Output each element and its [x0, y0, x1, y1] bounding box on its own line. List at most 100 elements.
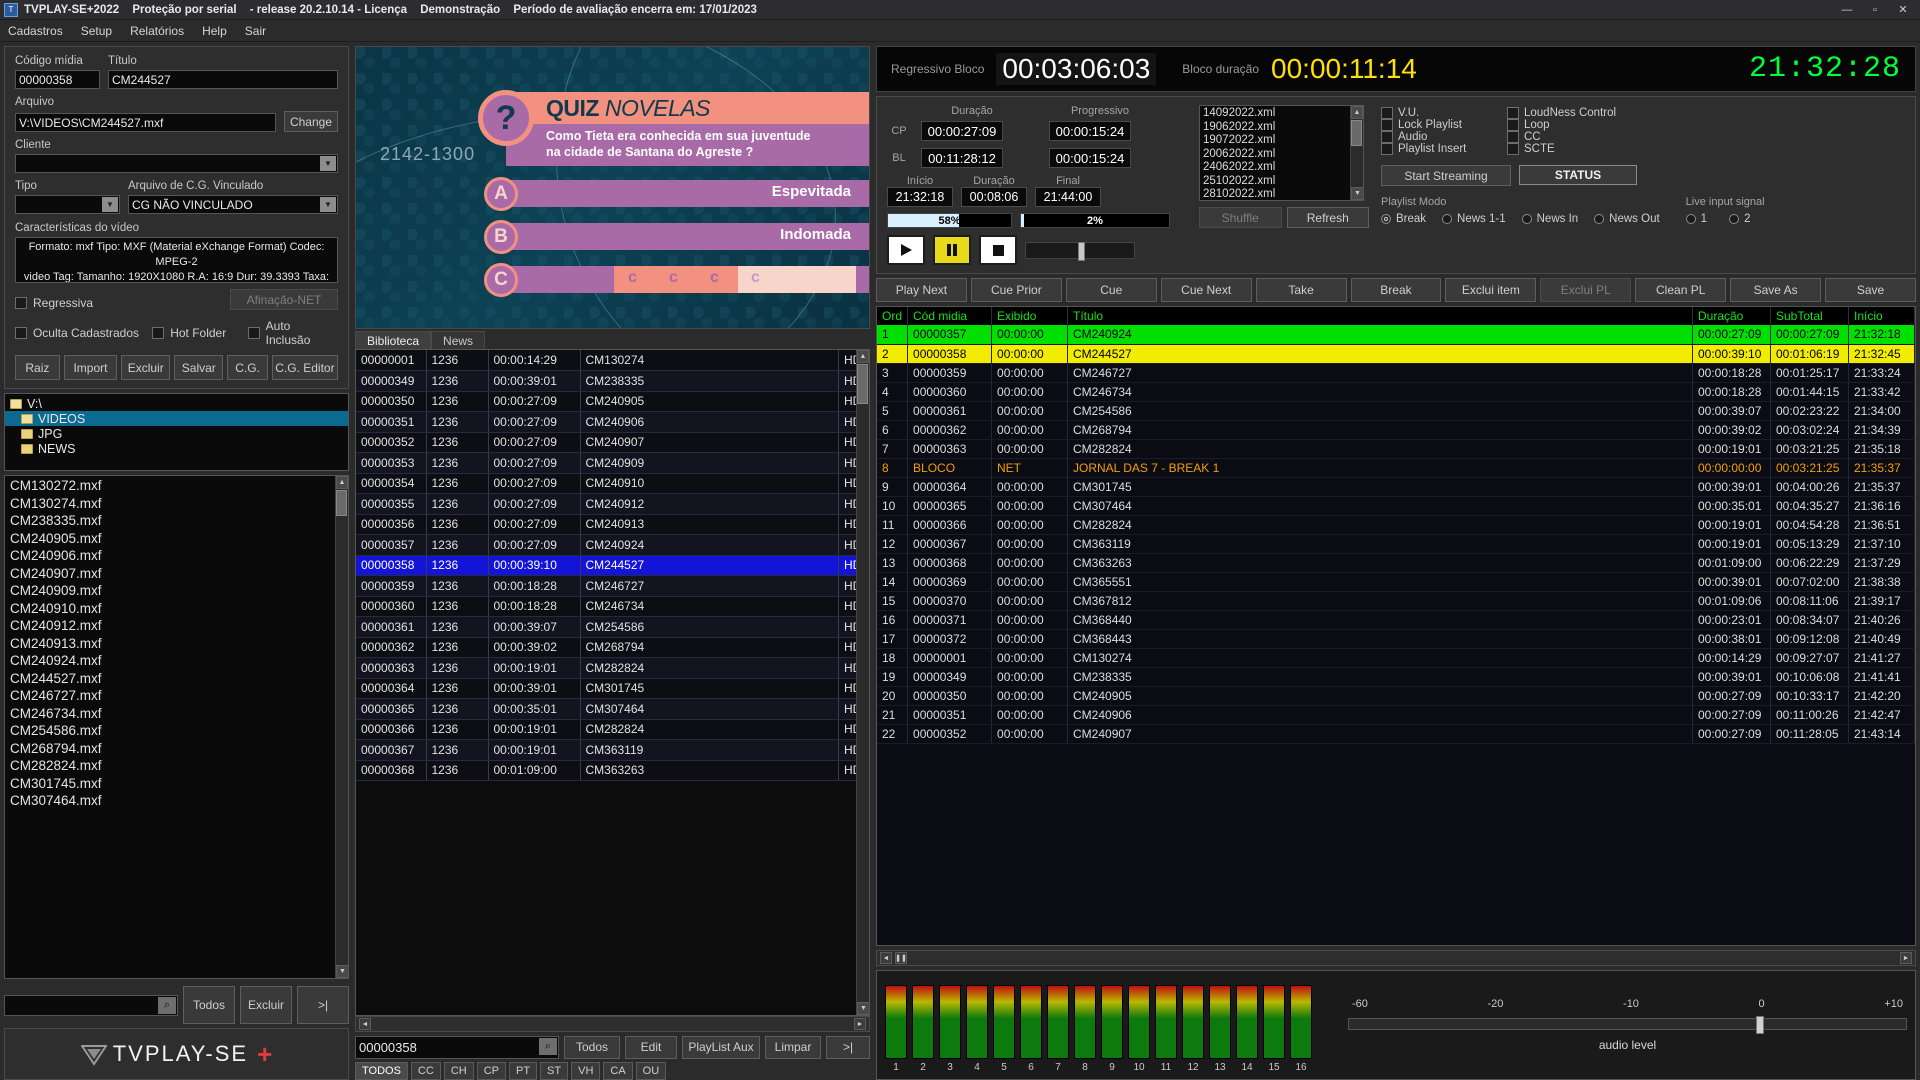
action-button[interactable]: Play Next	[876, 278, 967, 302]
table-row[interactable]: 00000353 1236 00:00:27:09 CM240909 HD	[356, 452, 869, 474]
list-item[interactable]: CM240909.mxf	[5, 582, 348, 600]
scroll-up-icon[interactable]: ▲	[857, 350, 869, 363]
tab-news[interactable]: News	[431, 331, 486, 349]
left-search-input[interactable]	[5, 995, 157, 1015]
scroll-thumb[interactable]	[1351, 120, 1362, 146]
table-row[interactable]: 18 00000001 00:00:00 CM130274 00:00:14:2…	[877, 648, 1915, 668]
library-table-wrap[interactable]: 00000001 1236 00:00:14:29 CM130274 HD 00…	[355, 349, 870, 1016]
limpar-button[interactable]: Limpar	[765, 1035, 821, 1059]
raiz-button[interactable]: Raiz	[15, 355, 60, 380]
loop-checkbox[interactable]	[1507, 119, 1519, 131]
filter-chip[interactable]: CC	[410, 1062, 441, 1080]
table-row[interactable]: 2 00000358 00:00:00 CM244527 00:00:39:10…	[877, 344, 1915, 364]
stop-button[interactable]	[979, 235, 1017, 265]
table-row[interactable]: 17 00000372 00:00:00 CM368443 00:00:38:0…	[877, 629, 1915, 649]
playlist-table-wrap[interactable]: Ord Cód midia Exibido Título Duração Sub…	[876, 306, 1916, 946]
action-button[interactable]: Cue Next	[1160, 278, 1252, 302]
table-row[interactable]: 3 00000359 00:00:00 CM246727 00:00:18:28…	[877, 363, 1915, 383]
xml-file-list[interactable]: 14092022.xml 19062022.xml 19072022.xml 2006…	[1199, 105, 1364, 201]
table-row[interactable]: 00000368 1236 00:01:09:00 CM363263 HD	[356, 760, 869, 781]
titulo-input[interactable]	[108, 70, 338, 89]
filter-chip[interactable]: VH	[571, 1062, 601, 1080]
lock-playlist-checkbox[interactable]	[1381, 119, 1393, 131]
radio-icon[interactable]	[1594, 214, 1605, 224]
live-input-option[interactable]: 2	[1729, 213, 1750, 225]
playlist-aux-button[interactable]: PlayList Aux	[682, 1035, 760, 1059]
table-row[interactable]: 14 00000369 00:00:00 CM365551 00:00:39:0…	[877, 572, 1915, 592]
auto-inclusao-checkbox[interactable]	[247, 327, 260, 339]
todos-button-left[interactable]: Todos	[183, 986, 235, 1024]
arquivo-input[interactable]	[15, 113, 276, 132]
menu-item-help[interactable]: Help	[202, 24, 227, 38]
table-row[interactable]: 00000363 1236 00:00:19:01 CM282824 HD	[356, 657, 869, 679]
file-list[interactable]: CM130272.mxf CM130274.mxf CM238335.mxf CM24…	[4, 475, 349, 979]
search-icon[interactable]: ⌕	[158, 996, 176, 1014]
list-item[interactable]: CM246734.mxf	[5, 705, 348, 723]
refresh-button[interactable]: Refresh	[1286, 207, 1369, 228]
table-row[interactable]: 13 00000368 00:00:00 CM363263 00:01:09:0…	[877, 553, 1915, 573]
cg-combo[interactable]: CG NÃO VINCULADO ▼	[128, 195, 338, 214]
radio-icon[interactable]	[1685, 214, 1696, 224]
tab-biblioteca[interactable]: Biblioteca	[355, 331, 432, 349]
table-row[interactable]: 00000351 1236 00:00:27:09 CM240906 HD	[356, 411, 869, 433]
menu-item-cadastros[interactable]: Cadastros	[8, 24, 63, 38]
volume-slider-thumb[interactable]	[1077, 241, 1085, 261]
table-row[interactable]: 11 00000366 00:00:00 CM282824 00:00:19:0…	[877, 515, 1915, 535]
table-row[interactable]: 00000358 1236 00:00:39:10 CM244527 HD	[356, 555, 869, 576]
radio-icon[interactable]	[1729, 214, 1740, 224]
xml-scrollbar[interactable]: ▲ ▼	[1350, 106, 1363, 200]
library-hscroll[interactable]: ◄ ►	[355, 1016, 870, 1032]
table-row[interactable]: 10 00000365 00:00:00 CM307464 00:00:35:0…	[877, 496, 1915, 516]
audio-checkbox-item[interactable]: Audio	[1381, 131, 1477, 143]
shuffle-button[interactable]: Shuffle	[1199, 207, 1282, 228]
action-button[interactable]: Break	[1350, 278, 1442, 302]
tree-node[interactable]: V:\	[5, 396, 348, 411]
table-row[interactable]: 6 00000362 00:00:00 CM268794 00:00:39:02…	[877, 420, 1915, 440]
folder-tree[interactable]: V:\ VIDEOS JPG NEWS	[4, 393, 349, 471]
table-row[interactable]: 00000364 1236 00:00:39:01 CM301745 HD	[356, 678, 869, 699]
table-row[interactable]: 00000349 1236 00:00:39:01 CM238335 HD	[356, 370, 869, 392]
action-button[interactable]: Cue	[1065, 278, 1157, 302]
table-row[interactable]: 7 00000363 00:00:00 CM282824 00:00:19:01…	[877, 439, 1915, 459]
list-item[interactable]: CM238335.mxf	[5, 512, 348, 530]
list-item[interactable]: CM130274.mxf	[5, 495, 348, 513]
list-item[interactable]: 14092022.xml	[1203, 107, 1363, 121]
playlist-insert-checkbox-item[interactable]: Playlist Insert	[1381, 143, 1477, 155]
vu-checkbox[interactable]	[1381, 107, 1393, 119]
list-item[interactable]: CM240912.mxf	[5, 617, 348, 635]
list-item[interactable]: CM268794.mxf	[5, 740, 348, 758]
scroll-thumb[interactable]	[857, 364, 868, 404]
scroll-up-icon[interactable]: ▲	[336, 476, 348, 489]
table-row[interactable]: 00000357 1236 00:00:27:09 CM240924 HD	[356, 534, 869, 556]
list-item[interactable]: 20062022.xml	[1203, 148, 1363, 162]
action-button[interactable]: Exclui item	[1445, 278, 1537, 302]
list-item[interactable]: CM246727.mxf	[5, 687, 348, 705]
salvar-button[interactable]: Salvar	[174, 355, 224, 380]
status-button[interactable]: STATUS	[1519, 165, 1637, 185]
library-search-input[interactable]	[356, 1036, 536, 1058]
scroll-thumb[interactable]	[336, 490, 347, 516]
filter-chip[interactable]: CP	[476, 1062, 506, 1080]
maximize-button[interactable]: ▫	[1862, 1, 1888, 19]
action-button[interactable]: Take	[1255, 278, 1347, 302]
volume-slider[interactable]	[1025, 241, 1135, 261]
tipo-combo[interactable]: ▼	[15, 195, 120, 214]
list-item[interactable]: CM254586.mxf	[5, 722, 348, 740]
playlist-modo-option[interactable]: News 1-1	[1442, 213, 1506, 225]
list-item[interactable]: CM240924.mxf	[5, 652, 348, 670]
table-row[interactable]: 00000362 1236 00:00:39:02 CM268794 HD	[356, 637, 869, 658]
list-item[interactable]: CM244527.mxf	[5, 670, 348, 688]
playlist-next-icon[interactable]: ►	[1900, 952, 1912, 964]
tree-node[interactable]: VIDEOS	[5, 411, 348, 426]
table-row[interactable]: 00000350 1236 00:00:27:09 CM240905 HD	[356, 391, 869, 412]
table-row[interactable]: 00000365 1236 00:00:35:01 CM307464 HD	[356, 698, 869, 720]
table-row[interactable]: 1 00000357 00:00:00 CM240924 00:00:27:09…	[877, 325, 1915, 345]
list-item[interactable]: CM307464.mxf	[5, 792, 348, 810]
table-row[interactable]: 20 00000350 00:00:00 CM240905 00:00:27:0…	[877, 686, 1915, 706]
table-row[interactable]: 00000001 1236 00:00:14:29 CM130274 HD	[356, 350, 869, 371]
table-row[interactable]: 8 BLOCO NET JORNAL DAS 7 - BREAK 1 00:00…	[877, 458, 1915, 478]
table-row[interactable]: 00000367 1236 00:00:19:01 CM363119 HD	[356, 739, 869, 761]
loop-checkbox-item[interactable]: Loop	[1507, 119, 1550, 131]
table-row[interactable]: 22 00000352 00:00:00 CM240907 00:00:27:0…	[877, 724, 1915, 744]
codigo-input[interactable]	[15, 70, 100, 89]
